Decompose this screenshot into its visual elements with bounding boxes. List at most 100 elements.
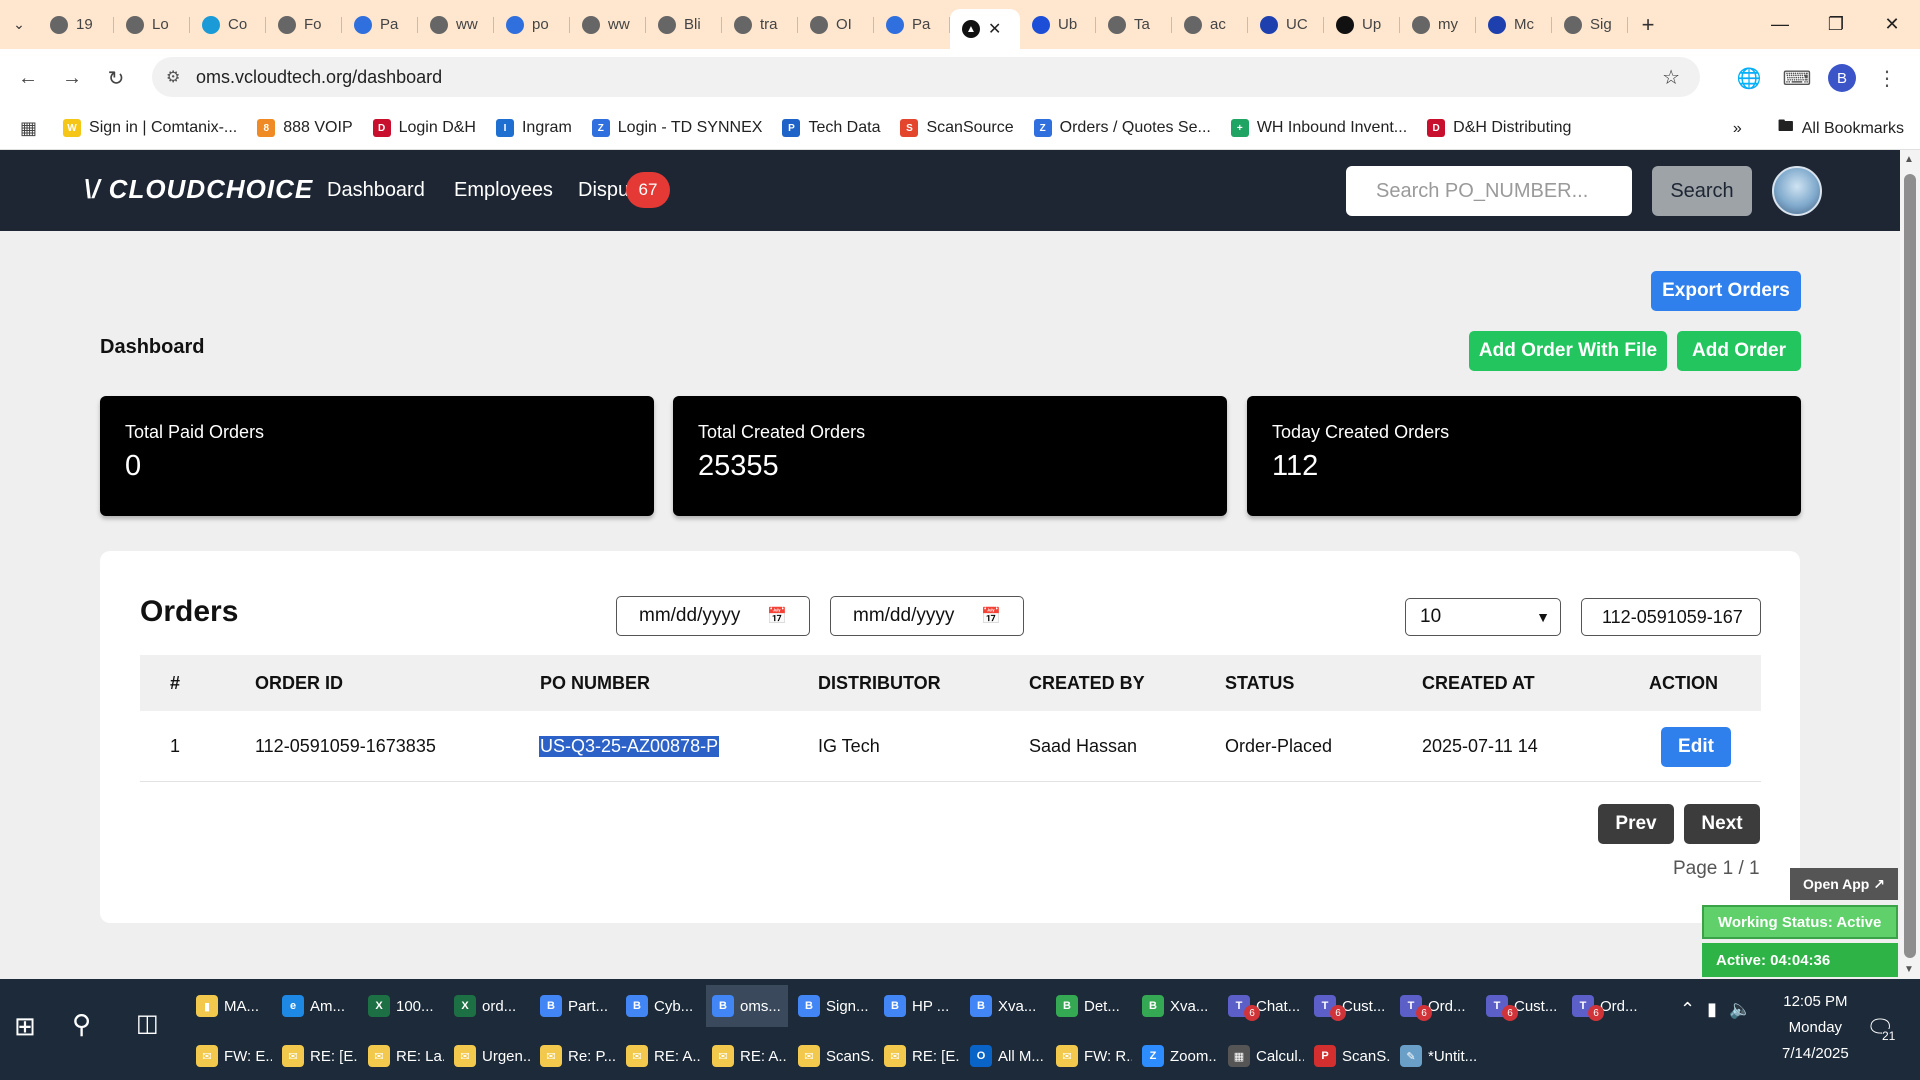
menu-kebab-icon[interactable]: ⋮ [1870,61,1904,95]
taskbar-app-item[interactable]: B Det... [1050,985,1132,1027]
bookmark-star-icon[interactable]: ☆ [1662,65,1680,90]
bookmark-item[interactable]: 8 888 VOIP [257,119,353,137]
taskbar-app-item[interactable]: ▮ MA... [190,985,272,1027]
browser-tab[interactable]: Up [1324,7,1400,43]
taskbar-app-item[interactable]: B Xva... [1136,985,1218,1027]
taskbar-app-item[interactable]: ✉FW: R... [1050,1035,1132,1077]
reload-icon[interactable]: ↻ [94,56,138,100]
browser-tab[interactable]: ww [570,7,646,43]
browser-tab[interactable]: 19 [38,7,114,43]
bookmark-item[interactable]: + WH Inbound Invent... [1230,119,1407,137]
taskbar-app-item[interactable]: ✎ *Untit... [1394,1035,1476,1077]
tab-active-dashboard[interactable]: ▲ ✕ [950,9,1020,49]
translate-globe-icon[interactable]: 🌐 [1732,61,1766,95]
browser-tab[interactable]: tra [722,7,798,43]
scroll-up-arrow-icon[interactable]: ▲ [1904,154,1914,165]
taskbar-app-item[interactable]: B Part... [534,985,616,1027]
taskbar-app-item[interactable]: B HP ... [878,985,960,1027]
export-orders-button[interactable]: Export Orders [1651,271,1801,311]
date-to-input[interactable]: mm/dd/yyyy 📅 [830,596,1024,636]
taskbar-app-item[interactable]: ✉ScanS... [792,1035,874,1077]
taskbar-app-item[interactable]: B Cyb... [620,985,702,1027]
browser-tab[interactable]: po [494,7,570,43]
browser-tab[interactable]: Ta [1096,7,1172,43]
next-page-button[interactable]: Next [1684,804,1760,844]
close-tab-icon[interactable]: ✕ [988,19,1001,39]
task-view-icon[interactable]: ◫ [136,1009,159,1038]
taskbar-app-item[interactable]: T 6 Chat... [1222,985,1304,1027]
taskbar-app-item[interactable]: B Sign... [792,985,874,1027]
cell-po-number-selected[interactable]: US-Q3-25-AZ00878-P [539,736,720,757]
url-text[interactable]: oms.vcloudtech.org/dashboard [196,67,442,88]
battery-icon[interactable]: ▮ [1707,999,1717,1020]
add-order-button[interactable]: Add Order [1677,331,1801,371]
site-info-icon[interactable]: ⚙ [166,67,196,87]
bookmarks-more-icon[interactable]: » [1733,120,1742,138]
back-arrow-icon[interactable]: ← [6,56,50,100]
bookmark-item[interactable]: W Sign in | Comtanix-... [63,119,237,137]
bookmark-item[interactable]: Z Orders / Quotes Se... [1033,119,1211,137]
forward-arrow-icon[interactable]: → [50,56,94,100]
browser-tab[interactable]: Sig [1552,7,1628,43]
taskbar-app-item[interactable]: ✉ Re: P... [534,1035,616,1077]
taskbar-app-item[interactable]: X 100... [362,985,444,1027]
minimize-icon[interactable]: — [1752,0,1808,49]
nav-dashboard[interactable]: Dashboard [327,179,425,202]
browser-tab[interactable]: ww [418,7,494,43]
search-button[interactable]: Search [1652,166,1752,216]
taskbar-app-item[interactable]: ▦Calcul... [1222,1035,1304,1077]
taskbar-app-item[interactable]: ✉RE: [E... [276,1035,358,1077]
taskbar-app-item[interactable]: PScanS... [1308,1035,1390,1077]
nav-disputes[interactable]: Dispu [578,179,629,202]
taskbar-app-item[interactable]: ✉ RE: A... [706,1035,788,1077]
bookmark-item[interactable]: S ScanSource [900,119,1014,137]
page-scrollbar[interactable]: ▲ ▼ [1900,150,1920,979]
add-order-with-file-button[interactable]: Add Order With File [1469,331,1667,371]
bookmark-item[interactable]: I Ingram [495,119,572,137]
bookmark-item[interactable]: Z Login - TD SYNNEX [591,119,762,137]
bookmark-item[interactable]: D D&H Distributing [1427,119,1571,137]
taskbar-app-item[interactable]: T 6 Ord... [1566,985,1648,1027]
user-avatar[interactable] [1772,166,1822,216]
taskbar-app-item[interactable]: Boms... [706,985,788,1027]
scroll-down-arrow-icon[interactable]: ▼ [1904,964,1914,975]
browser-tab[interactable]: my [1400,7,1476,43]
tab-search-chevron-icon[interactable]: ⌄ [0,7,38,43]
taskbar-app-item[interactable]: T 6 Ord... [1394,985,1476,1027]
order-filter-input[interactable]: 112-0591059-167 [1581,598,1761,636]
profile-avatar[interactable]: B [1828,64,1856,92]
browser-tab[interactable]: Co [190,7,266,43]
browser-tab[interactable]: Lo [114,7,190,43]
cloudchoice-logo[interactable]: \/ CLOUDCHOICE [84,174,313,205]
browser-tab[interactable]: Bli [646,7,722,43]
bookmark-item[interactable]: P Tech Data [782,119,880,137]
po-search-input[interactable] [1346,166,1632,216]
taskbar-app-item[interactable]: T 6 Cust... [1480,985,1562,1027]
taskbar-app-item[interactable]: ✉RE: [E... [878,1035,960,1077]
browser-tab[interactable]: ac [1172,7,1248,43]
taskbar-search-icon[interactable]: ⚲ [72,1009,91,1040]
taskbar-app-item[interactable]: ✉Urgen... [448,1035,530,1077]
tray-expand-chevron-icon[interactable]: ⌃ [1680,999,1695,1020]
calendar-icon[interactable]: 📅 [981,606,1001,626]
system-clock[interactable]: 12:05 PM Monday 7/14/2025 [1782,989,1849,1067]
browser-tab[interactable]: Mc [1476,7,1552,43]
bookmark-item[interactable]: D Login D&H [372,119,476,137]
nav-employees[interactable]: Employees [454,179,553,202]
page-size-select[interactable]: 10 ▼ [1405,598,1561,636]
open-app-button[interactable]: Open App ↗ [1790,868,1898,900]
taskbar-app-item[interactable]: Z Zoom... [1136,1035,1218,1077]
extensions-puzzle-icon[interactable]: ⌨ [1780,61,1814,95]
edit-button[interactable]: Edit [1661,727,1731,767]
taskbar-app-item[interactable]: ✉RE: La... [362,1035,444,1077]
taskbar-app-item[interactable]: T 6 Cust... [1308,985,1390,1027]
browser-tab[interactable]: Fo [266,7,342,43]
taskbar-app-item[interactable]: Xord... [448,985,530,1027]
notification-center-icon[interactable]: 🗨 21 [1866,1015,1896,1043]
scrollbar-thumb[interactable] [1904,174,1916,958]
calendar-icon[interactable]: 📅 [767,606,787,626]
taskbar-app-item[interactable]: O All M... [964,1035,1046,1077]
restore-icon[interactable]: ❐ [1808,0,1864,49]
taskbar-app-item[interactable]: e Am... [276,985,358,1027]
apps-grid-icon[interactable]: ▦ [20,118,37,139]
